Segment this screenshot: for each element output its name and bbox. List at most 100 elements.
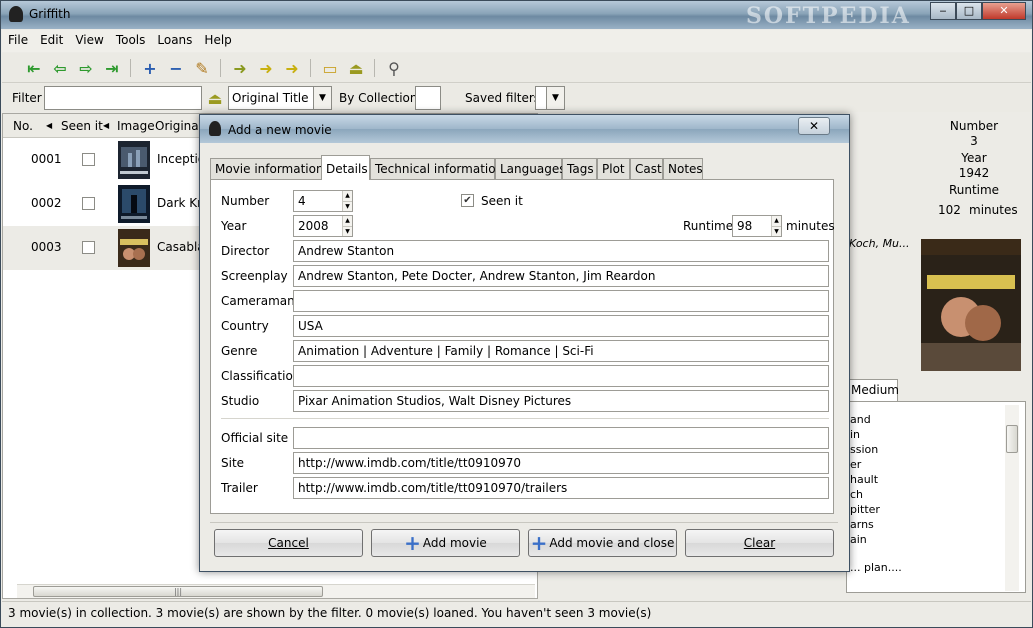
genre-field[interactable]: Animation | Adventure | Family | Romance… [293, 340, 829, 362]
filter-field-combo[interactable]: Original Title ▼ [228, 86, 332, 110]
year-label: Year [221, 219, 247, 233]
tab-cast[interactable]: Cast [630, 158, 663, 179]
plot-line: pitter [850, 503, 880, 516]
plot-line: ch [850, 488, 864, 501]
site-field[interactable]: http://www.imdb.com/title/tt0910970 [293, 452, 829, 474]
filter-input[interactable] [44, 86, 202, 110]
spin-down-icon[interactable]: ▼ [771, 226, 781, 236]
seen-checkbox[interactable] [82, 153, 95, 166]
runtime-value: 98 [737, 219, 753, 233]
dark-knight-poster [118, 185, 150, 223]
cameraman-field[interactable] [293, 290, 829, 312]
classification-field[interactable] [293, 365, 829, 387]
seen-it-checkbox[interactable]: ✔ [461, 194, 474, 207]
add-icon: + [404, 531, 421, 555]
collection-combo[interactable] [415, 86, 441, 110]
saved-filters-combo[interactable]: ▼ [535, 86, 565, 110]
last-icon[interactable]: ⇥ [102, 58, 122, 78]
movie-number: 0003 [31, 240, 62, 254]
column-seen[interactable]: Seen it [61, 119, 103, 133]
import-icon[interactable]: ⏏ [346, 58, 366, 78]
cancel-label: Cancel [268, 536, 309, 550]
tab-plot[interactable]: Plot [597, 158, 630, 179]
year-stepper[interactable]: 2008 ▲ ▼ [293, 215, 353, 237]
toolbar: ⇤ ⇦ ⇨ ⇥ + − ✎ ➜ ➜ ➜ ▭ ⏏ ⚲ [2, 53, 1031, 83]
email-icon[interactable]: ➜ [256, 58, 276, 78]
plot-line: ssion [850, 443, 879, 456]
tab-notes[interactable]: Notes [663, 158, 703, 179]
menu-edit[interactable]: Edit [34, 30, 69, 50]
toolbar-separator [130, 59, 131, 77]
previous-icon[interactable]: ⇦ [50, 58, 70, 78]
divider [210, 522, 838, 523]
dialog-close-button[interactable]: ✕ [798, 117, 830, 135]
menu-file[interactable]: File [2, 30, 34, 50]
update-icon[interactable]: ➜ [230, 58, 250, 78]
seen-checkbox[interactable] [82, 241, 95, 254]
spin-up-icon[interactable]: ▲ [342, 216, 352, 226]
spin-up-icon[interactable]: ▲ [771, 216, 781, 226]
column-original[interactable]: Original [155, 119, 202, 133]
column-image[interactable]: Image [117, 119, 155, 133]
remove-icon[interactable]: − [166, 58, 186, 78]
open-folder-icon[interactable]: ▭ [320, 58, 340, 78]
menu-help[interactable]: Help [198, 30, 237, 50]
director-field[interactable]: Andrew Stanton [293, 240, 829, 262]
scroll-thumb[interactable]: ||| [33, 586, 323, 597]
add-movie-button[interactable]: + Add movie [371, 529, 520, 557]
menu-tools[interactable]: Tools [110, 30, 152, 50]
plot-line: ... plan.... [850, 561, 902, 574]
cameraman-label: Cameraman [221, 294, 295, 308]
edit-icon[interactable]: ✎ [192, 58, 212, 78]
seen-checkbox[interactable] [82, 197, 95, 210]
menu-view[interactable]: View [69, 30, 109, 50]
tab-details[interactable]: Details [321, 155, 370, 180]
spin-down-icon[interactable]: ▼ [342, 226, 352, 236]
minimize-button[interactable]: ‒ [930, 2, 956, 20]
spin-down-icon[interactable]: ▼ [342, 201, 352, 211]
studio-field[interactable]: Pixar Animation Studios, Walt Disney Pic… [293, 390, 829, 412]
first-icon[interactable]: ⇤ [24, 58, 44, 78]
number-stepper[interactable]: 4 ▲ ▼ [293, 190, 353, 212]
runtime-stepper[interactable]: 98 ▲ ▼ [732, 215, 782, 237]
add-movie-and-close-button[interactable]: + Add movie and close [528, 529, 677, 557]
clear-filter-icon[interactable]: ⏏ [205, 88, 225, 108]
horizontal-scrollbar[interactable]: ||| [17, 584, 535, 598]
official-site-field[interactable] [293, 427, 829, 449]
country-field[interactable]: USA [293, 315, 829, 337]
maximize-button[interactable]: □ [956, 2, 982, 20]
cancel-button[interactable]: Cancel [214, 529, 363, 557]
clear-button[interactable]: Clear [685, 529, 834, 557]
official-site-label: Official site [221, 431, 289, 445]
by-collection-label: By Collection [339, 91, 418, 105]
tab-technical-information[interactable]: Technical information [370, 158, 503, 179]
search-icon[interactable]: ⚲ [384, 58, 404, 78]
director-label: Director [221, 244, 270, 258]
app-logo-icon [209, 121, 221, 136]
column-no[interactable]: No. [13, 119, 33, 133]
runtime-label: Runtime [683, 219, 734, 233]
trailer-field[interactable]: http://www.imdb.com/title/tt0910970/trai… [293, 477, 829, 499]
tab-medium[interactable]: Medium [846, 379, 899, 401]
tab-movie-information[interactable]: Movie information [210, 158, 324, 179]
next-icon[interactable]: ⇨ [76, 58, 96, 78]
details-number-value: 3 [970, 134, 978, 148]
toolbar-separator [220, 59, 221, 77]
scroll-thumb[interactable] [1006, 425, 1018, 453]
add-icon[interactable]: + [140, 58, 160, 78]
seen-it-label: Seen it [481, 194, 523, 208]
studio-label: Studio [221, 394, 260, 408]
plot-line: er [850, 458, 862, 471]
close-button[interactable]: ✕ [982, 2, 1026, 20]
details-panel: Number 4 ▲ ▼ ✔ Seen it Year 2008 ▲ ▼ Runti… [210, 179, 835, 514]
screenplay-field[interactable]: Andrew Stanton, Pete Docter, Andrew Stan… [293, 265, 829, 287]
tab-tags[interactable]: Tags [562, 158, 597, 179]
site-label: Site [221, 456, 245, 470]
plot-line: in [850, 428, 861, 441]
loan-icon[interactable]: ➜ [282, 58, 302, 78]
vertical-scrollbar[interactable] [1005, 405, 1019, 591]
spin-up-icon[interactable]: ▲ [342, 191, 352, 201]
tab-languages[interactable]: Languages [495, 158, 565, 179]
menu-loans[interactable]: Loans [151, 30, 198, 50]
divider [221, 418, 829, 419]
